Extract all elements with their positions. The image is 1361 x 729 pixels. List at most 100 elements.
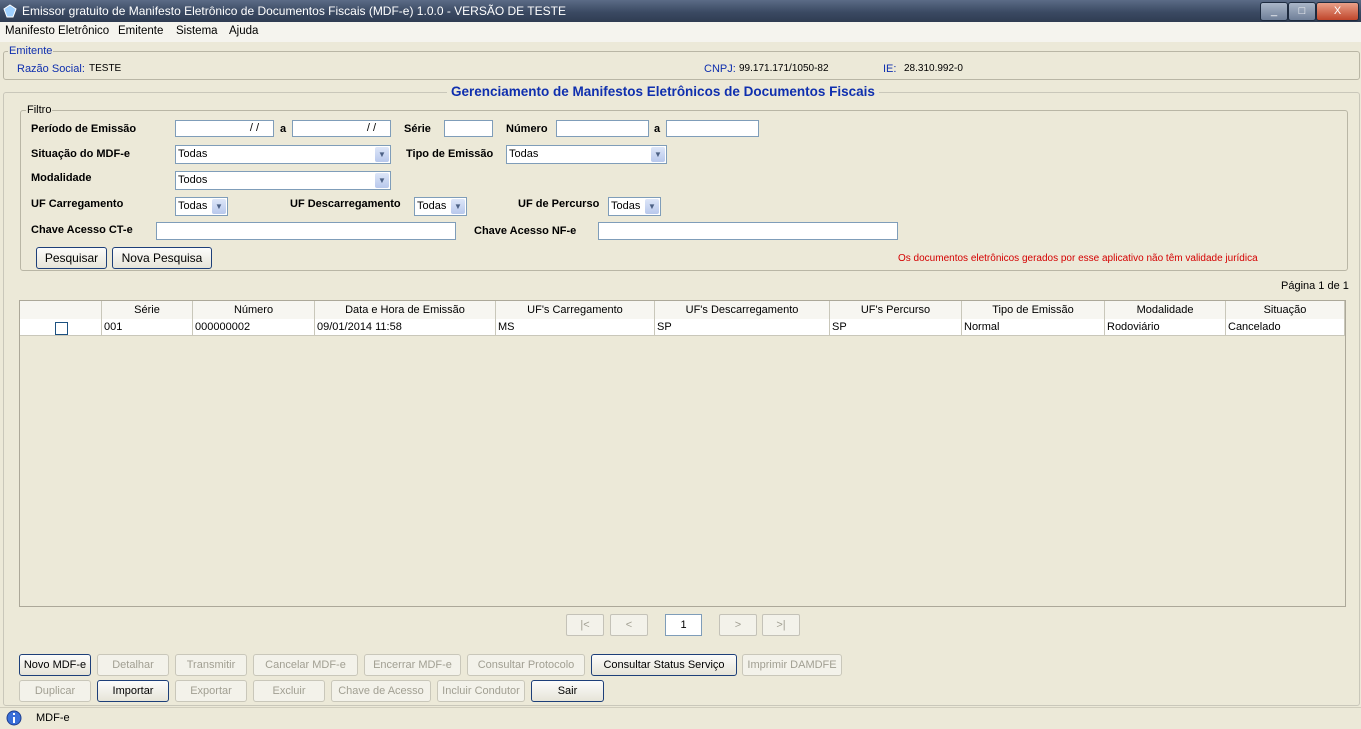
table-cell-tipo-emissao[interactable]: Normal — [962, 319, 1105, 336]
chave-cte-label: Chave Acesso CT-e — [31, 224, 133, 236]
prev-page-button[interactable]: < — [610, 614, 648, 636]
uf-descarregamento-value: Todas — [417, 200, 447, 212]
menu-manifesto[interactable]: Manifesto Eletrônico — [5, 25, 109, 37]
cancelar-mdfe-button[interactable]: Cancelar MDF-e — [253, 654, 358, 676]
consultar-status-servico-button[interactable]: Consultar Status Serviço — [591, 654, 737, 676]
table-cell-uf-carregamento[interactable]: MS — [496, 319, 655, 336]
pesquisar-button[interactable]: Pesquisar — [36, 247, 107, 269]
uf-carregamento-label: UF Carregamento — [31, 198, 124, 210]
minimize-button[interactable]: _ — [1260, 2, 1288, 21]
serie-input[interactable] — [444, 120, 493, 137]
row-checkbox[interactable] — [55, 322, 68, 335]
close-button[interactable]: X — [1316, 2, 1359, 21]
uf-carregamento-value: Todas — [178, 200, 208, 212]
transmitir-button[interactable]: Transmitir — [175, 654, 247, 676]
menu-bar: Manifesto Eletrônico Emitente Sistema Aj… — [0, 22, 1361, 42]
exportar-button[interactable]: Exportar — [175, 680, 247, 702]
column-header-modalidade[interactable]: Modalidade — [1105, 301, 1226, 319]
chave-cte-input[interactable] — [156, 222, 456, 240]
table-cell-data-emissao[interactable]: 09/01/2014 11:58 — [315, 319, 496, 336]
column-header-select[interactable] — [20, 301, 102, 319]
tipo-emissao-select-value: Todas — [509, 148, 539, 160]
chevron-down-icon[interactable]: ▼ — [645, 199, 659, 214]
emitente-group — [3, 51, 1360, 80]
encerrar-mdfe-button[interactable]: Encerrar MDF-e — [364, 654, 461, 676]
duplicar-button[interactable]: Duplicar — [19, 680, 91, 702]
modalidade-label: Modalidade — [31, 172, 92, 184]
emitente-legend: Emitente — [8, 45, 54, 57]
range-a-label-1: a — [280, 123, 287, 135]
page-number-input[interactable]: 1 — [665, 614, 702, 636]
sair-button[interactable]: Sair — [531, 680, 604, 702]
status-text: MDF-e — [36, 712, 70, 724]
column-header-uf-carregamento[interactable]: UF's Carregamento — [496, 301, 655, 319]
tipo-emissao-select[interactable]: Todas ▼ — [506, 145, 667, 164]
menu-ajuda[interactable]: Ajuda — [229, 25, 258, 37]
cnpj-label: CNPJ: — [704, 63, 736, 75]
nova-pesquisa-button[interactable]: Nova Pesquisa — [112, 247, 212, 269]
chevron-down-icon[interactable]: ▼ — [375, 147, 389, 162]
numero-to-input[interactable] — [666, 120, 759, 137]
uf-carregamento-select[interactable]: Todas ▼ — [175, 197, 228, 216]
table-cell-numero[interactable]: 000000002 — [193, 319, 315, 336]
uf-percurso-value: Todas — [611, 200, 641, 212]
numero-from-input[interactable] — [556, 120, 649, 137]
uf-descarregamento-select[interactable]: Todas ▼ — [414, 197, 467, 216]
situacao-select[interactable]: Todas ▼ — [175, 145, 391, 164]
column-header-uf-percurso[interactable]: UF's Percurso — [830, 301, 962, 319]
menu-emitente[interactable]: Emitente — [118, 25, 163, 37]
situacao-label: Situação do MDF-e — [31, 148, 131, 160]
tipo-emissao-label: Tipo de Emissão — [406, 148, 494, 160]
column-header-uf-descarregamento[interactable]: UF's Descarregamento — [655, 301, 830, 319]
table-cell-uf-descarregamento[interactable]: SP — [655, 319, 830, 336]
menu-sistema[interactable]: Sistema — [176, 25, 218, 37]
modalidade-select[interactable]: Todos ▼ — [175, 171, 391, 190]
next-page-button[interactable]: > — [719, 614, 757, 636]
razao-social-value: TESTE — [89, 63, 122, 74]
column-header-tipo-emissao[interactable]: Tipo de Emissão — [962, 301, 1105, 319]
detalhar-button[interactable]: Detalhar — [97, 654, 169, 676]
incluir-condutor-button[interactable]: Incluir Condutor — [437, 680, 525, 702]
date-to-input[interactable]: / / — [292, 120, 391, 137]
chevron-down-icon[interactable]: ▼ — [451, 199, 465, 214]
consultar-protocolo-button[interactable]: Consultar Protocolo — [467, 654, 585, 676]
first-page-button[interactable]: |< — [566, 614, 604, 636]
date-from-input[interactable]: / / — [175, 120, 274, 137]
novo-mdfe-button[interactable]: Novo MDF-e — [19, 654, 91, 676]
app-icon — [3, 4, 17, 18]
page-title: Gerenciamento de Manifestos Eletrônicos … — [447, 84, 879, 99]
last-page-button[interactable]: >| — [762, 614, 800, 636]
chave-nfe-input[interactable] — [598, 222, 898, 240]
column-header-numero[interactable]: Número — [193, 301, 315, 319]
ie-label: IE: — [883, 63, 897, 75]
uf-percurso-select[interactable]: Todas ▼ — [608, 197, 661, 216]
maximize-button[interactable]: □ — [1288, 2, 1316, 21]
uf-percurso-label: UF de Percurso — [518, 198, 600, 210]
column-header-situacao[interactable]: Situação — [1226, 301, 1345, 319]
title-bar: Emissor gratuito de Manifesto Eletrônico… — [0, 0, 1361, 22]
cnpj-value: 99.171.171/1050-82 — [739, 63, 829, 74]
excluir-button[interactable]: Excluir — [253, 680, 325, 702]
column-header-data-emissao[interactable]: Data e Hora de Emissão — [315, 301, 496, 319]
validity-warning: Os documentos eletrônicos gerados por es… — [898, 253, 1258, 264]
pagination-label: Página 1 de 1 — [1281, 280, 1349, 292]
razao-social-label: Razão Social: — [17, 63, 85, 75]
chevron-down-icon[interactable]: ▼ — [375, 173, 389, 188]
chevron-down-icon[interactable]: ▼ — [212, 199, 226, 214]
ie-value: 28.310.992-0 — [904, 63, 963, 74]
numero-label: Número — [506, 123, 548, 135]
importar-button[interactable]: Importar — [97, 680, 169, 702]
chave-de-acesso-button[interactable]: Chave de Acesso — [331, 680, 431, 702]
column-header-serie[interactable]: Série — [102, 301, 193, 319]
table-cell-situacao[interactable]: Cancelado — [1226, 319, 1345, 336]
serie-label: Série — [404, 123, 431, 135]
filtro-legend: Filtro — [26, 104, 53, 116]
imprimir-damdfe-button[interactable]: Imprimir DAMDFE — [742, 654, 842, 676]
uf-descarregamento-label: UF Descarregamento — [290, 198, 401, 210]
situacao-select-value: Todas — [178, 148, 208, 160]
table-cell-serie[interactable]: 001 — [102, 319, 193, 336]
table-cell-modalidade[interactable]: Rodoviário — [1105, 319, 1226, 336]
table-cell-uf-percurso[interactable]: SP — [830, 319, 962, 336]
info-icon — [6, 710, 22, 726]
chevron-down-icon[interactable]: ▼ — [651, 147, 665, 162]
